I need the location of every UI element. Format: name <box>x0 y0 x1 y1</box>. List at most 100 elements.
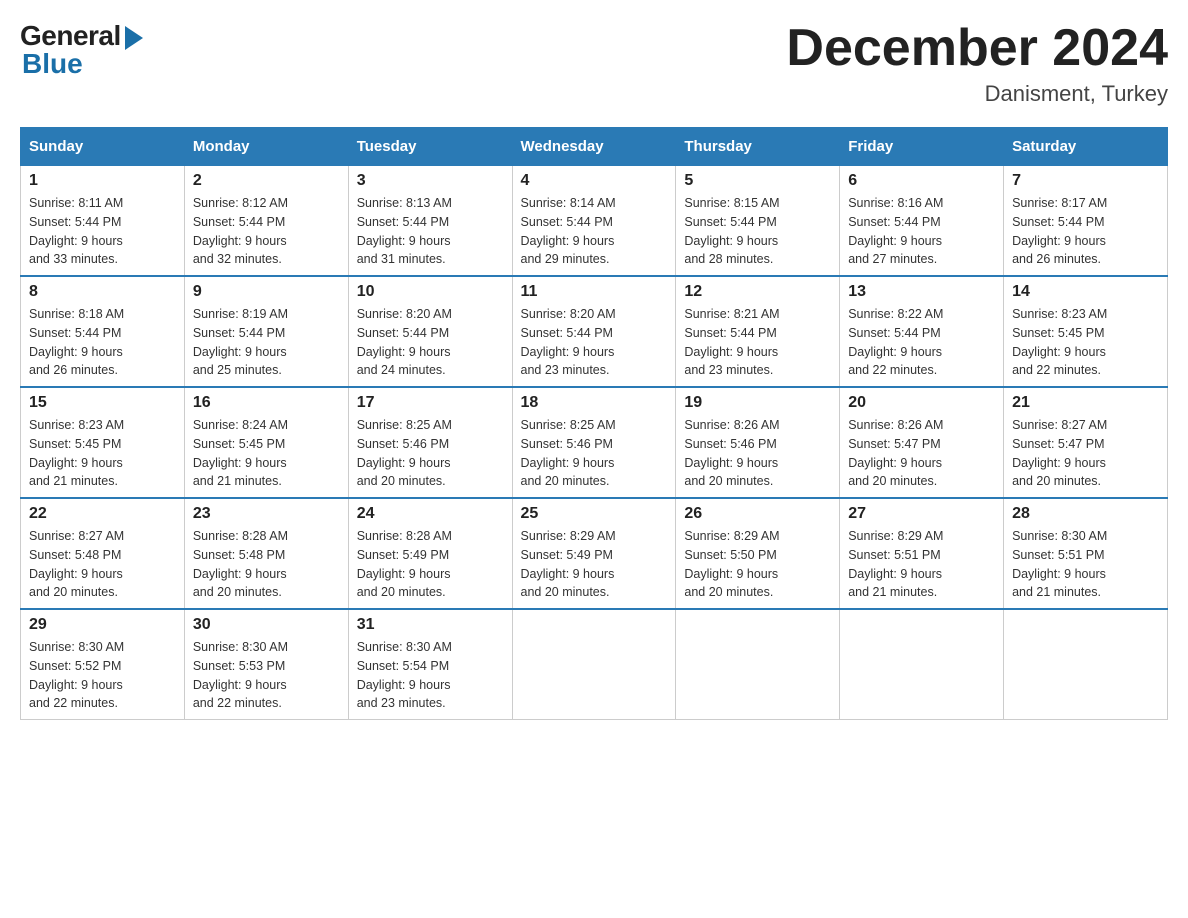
header-row: Sunday Monday Tuesday Wednesday Thursday… <box>21 128 1168 166</box>
table-cell: 14 Sunrise: 8:23 AM Sunset: 5:45 PM Dayl… <box>1004 276 1168 387</box>
day-info: Sunrise: 8:29 AM Sunset: 5:50 PM Dayligh… <box>684 527 831 602</box>
table-cell: 8 Sunrise: 8:18 AM Sunset: 5:44 PM Dayli… <box>21 276 185 387</box>
day-number: 27 <box>848 505 995 523</box>
table-cell: 16 Sunrise: 8:24 AM Sunset: 5:45 PM Dayl… <box>184 387 348 498</box>
table-cell: 7 Sunrise: 8:17 AM Sunset: 5:44 PM Dayli… <box>1004 166 1168 277</box>
table-cell: 27 Sunrise: 8:29 AM Sunset: 5:51 PM Dayl… <box>840 498 1004 609</box>
day-number: 10 <box>357 283 504 301</box>
day-number: 22 <box>29 505 176 523</box>
table-cell: 10 Sunrise: 8:20 AM Sunset: 5:44 PM Dayl… <box>348 276 512 387</box>
table-cell <box>1004 609 1168 720</box>
col-sunday: Sunday <box>21 128 185 166</box>
day-info: Sunrise: 8:25 AM Sunset: 5:46 PM Dayligh… <box>357 416 504 491</box>
day-number: 7 <box>1012 172 1159 190</box>
day-info: Sunrise: 8:24 AM Sunset: 5:45 PM Dayligh… <box>193 416 340 491</box>
day-number: 9 <box>193 283 340 301</box>
day-number: 8 <box>29 283 176 301</box>
logo: General Blue <box>20 20 143 80</box>
day-info: Sunrise: 8:26 AM Sunset: 5:47 PM Dayligh… <box>848 416 995 491</box>
table-cell <box>676 609 840 720</box>
table-cell: 31 Sunrise: 8:30 AM Sunset: 5:54 PM Dayl… <box>348 609 512 720</box>
day-number: 23 <box>193 505 340 523</box>
day-info: Sunrise: 8:29 AM Sunset: 5:49 PM Dayligh… <box>521 527 668 602</box>
location-title: Danisment, Turkey <box>786 81 1168 107</box>
table-cell: 24 Sunrise: 8:28 AM Sunset: 5:49 PM Dayl… <box>348 498 512 609</box>
table-cell: 4 Sunrise: 8:14 AM Sunset: 5:44 PM Dayli… <box>512 166 676 277</box>
day-info: Sunrise: 8:30 AM Sunset: 5:54 PM Dayligh… <box>357 638 504 713</box>
day-info: Sunrise: 8:23 AM Sunset: 5:45 PM Dayligh… <box>29 416 176 491</box>
table-cell: 12 Sunrise: 8:21 AM Sunset: 5:44 PM Dayl… <box>676 276 840 387</box>
day-number: 2 <box>193 172 340 190</box>
table-row: 15 Sunrise: 8:23 AM Sunset: 5:45 PM Dayl… <box>21 387 1168 498</box>
col-monday: Monday <box>184 128 348 166</box>
table-row: 1 Sunrise: 8:11 AM Sunset: 5:44 PM Dayli… <box>21 166 1168 277</box>
table-row: 22 Sunrise: 8:27 AM Sunset: 5:48 PM Dayl… <box>21 498 1168 609</box>
table-cell: 22 Sunrise: 8:27 AM Sunset: 5:48 PM Dayl… <box>21 498 185 609</box>
table-cell: 30 Sunrise: 8:30 AM Sunset: 5:53 PM Dayl… <box>184 609 348 720</box>
day-number: 15 <box>29 394 176 412</box>
table-cell: 18 Sunrise: 8:25 AM Sunset: 5:46 PM Dayl… <box>512 387 676 498</box>
table-cell: 25 Sunrise: 8:29 AM Sunset: 5:49 PM Dayl… <box>512 498 676 609</box>
logo-blue-text: Blue <box>22 48 83 80</box>
day-info: Sunrise: 8:11 AM Sunset: 5:44 PM Dayligh… <box>29 194 176 269</box>
col-tuesday: Tuesday <box>348 128 512 166</box>
day-info: Sunrise: 8:26 AM Sunset: 5:46 PM Dayligh… <box>684 416 831 491</box>
col-friday: Friday <box>840 128 1004 166</box>
day-info: Sunrise: 8:16 AM Sunset: 5:44 PM Dayligh… <box>848 194 995 269</box>
table-cell: 5 Sunrise: 8:15 AM Sunset: 5:44 PM Dayli… <box>676 166 840 277</box>
calendar-table: Sunday Monday Tuesday Wednesday Thursday… <box>20 127 1168 720</box>
table-cell: 13 Sunrise: 8:22 AM Sunset: 5:44 PM Dayl… <box>840 276 1004 387</box>
day-info: Sunrise: 8:14 AM Sunset: 5:44 PM Dayligh… <box>521 194 668 269</box>
day-number: 13 <box>848 283 995 301</box>
day-info: Sunrise: 8:13 AM Sunset: 5:44 PM Dayligh… <box>357 194 504 269</box>
day-number: 3 <box>357 172 504 190</box>
day-number: 12 <box>684 283 831 301</box>
day-info: Sunrise: 8:30 AM Sunset: 5:53 PM Dayligh… <box>193 638 340 713</box>
day-number: 4 <box>521 172 668 190</box>
day-number: 1 <box>29 172 176 190</box>
day-number: 30 <box>193 616 340 634</box>
day-info: Sunrise: 8:21 AM Sunset: 5:44 PM Dayligh… <box>684 305 831 380</box>
day-number: 16 <box>193 394 340 412</box>
table-cell: 17 Sunrise: 8:25 AM Sunset: 5:46 PM Dayl… <box>348 387 512 498</box>
table-cell <box>840 609 1004 720</box>
day-number: 21 <box>1012 394 1159 412</box>
table-cell: 28 Sunrise: 8:30 AM Sunset: 5:51 PM Dayl… <box>1004 498 1168 609</box>
table-cell: 29 Sunrise: 8:30 AM Sunset: 5:52 PM Dayl… <box>21 609 185 720</box>
table-cell: 6 Sunrise: 8:16 AM Sunset: 5:44 PM Dayli… <box>840 166 1004 277</box>
day-number: 5 <box>684 172 831 190</box>
day-info: Sunrise: 8:15 AM Sunset: 5:44 PM Dayligh… <box>684 194 831 269</box>
day-info: Sunrise: 8:20 AM Sunset: 5:44 PM Dayligh… <box>521 305 668 380</box>
day-info: Sunrise: 8:22 AM Sunset: 5:44 PM Dayligh… <box>848 305 995 380</box>
day-number: 26 <box>684 505 831 523</box>
table-cell: 11 Sunrise: 8:20 AM Sunset: 5:44 PM Dayl… <box>512 276 676 387</box>
day-info: Sunrise: 8:30 AM Sunset: 5:51 PM Dayligh… <box>1012 527 1159 602</box>
table-cell: 23 Sunrise: 8:28 AM Sunset: 5:48 PM Dayl… <box>184 498 348 609</box>
col-saturday: Saturday <box>1004 128 1168 166</box>
table-row: 29 Sunrise: 8:30 AM Sunset: 5:52 PM Dayl… <box>21 609 1168 720</box>
day-number: 18 <box>521 394 668 412</box>
page-header: General Blue December 2024 Danisment, Tu… <box>20 20 1168 107</box>
day-number: 6 <box>848 172 995 190</box>
day-info: Sunrise: 8:30 AM Sunset: 5:52 PM Dayligh… <box>29 638 176 713</box>
table-cell: 19 Sunrise: 8:26 AM Sunset: 5:46 PM Dayl… <box>676 387 840 498</box>
col-wednesday: Wednesday <box>512 128 676 166</box>
table-cell: 21 Sunrise: 8:27 AM Sunset: 5:47 PM Dayl… <box>1004 387 1168 498</box>
table-cell: 15 Sunrise: 8:23 AM Sunset: 5:45 PM Dayl… <box>21 387 185 498</box>
day-number: 14 <box>1012 283 1159 301</box>
table-cell: 3 Sunrise: 8:13 AM Sunset: 5:44 PM Dayli… <box>348 166 512 277</box>
title-section: December 2024 Danisment, Turkey <box>786 20 1168 107</box>
table-row: 8 Sunrise: 8:18 AM Sunset: 5:44 PM Dayli… <box>21 276 1168 387</box>
day-info: Sunrise: 8:27 AM Sunset: 5:47 PM Dayligh… <box>1012 416 1159 491</box>
table-cell: 1 Sunrise: 8:11 AM Sunset: 5:44 PM Dayli… <box>21 166 185 277</box>
day-info: Sunrise: 8:12 AM Sunset: 5:44 PM Dayligh… <box>193 194 340 269</box>
logo-arrow-icon <box>125 26 143 50</box>
table-cell: 26 Sunrise: 8:29 AM Sunset: 5:50 PM Dayl… <box>676 498 840 609</box>
day-number: 17 <box>357 394 504 412</box>
day-number: 28 <box>1012 505 1159 523</box>
day-info: Sunrise: 8:23 AM Sunset: 5:45 PM Dayligh… <box>1012 305 1159 380</box>
col-thursday: Thursday <box>676 128 840 166</box>
day-info: Sunrise: 8:20 AM Sunset: 5:44 PM Dayligh… <box>357 305 504 380</box>
day-info: Sunrise: 8:27 AM Sunset: 5:48 PM Dayligh… <box>29 527 176 602</box>
day-number: 29 <box>29 616 176 634</box>
